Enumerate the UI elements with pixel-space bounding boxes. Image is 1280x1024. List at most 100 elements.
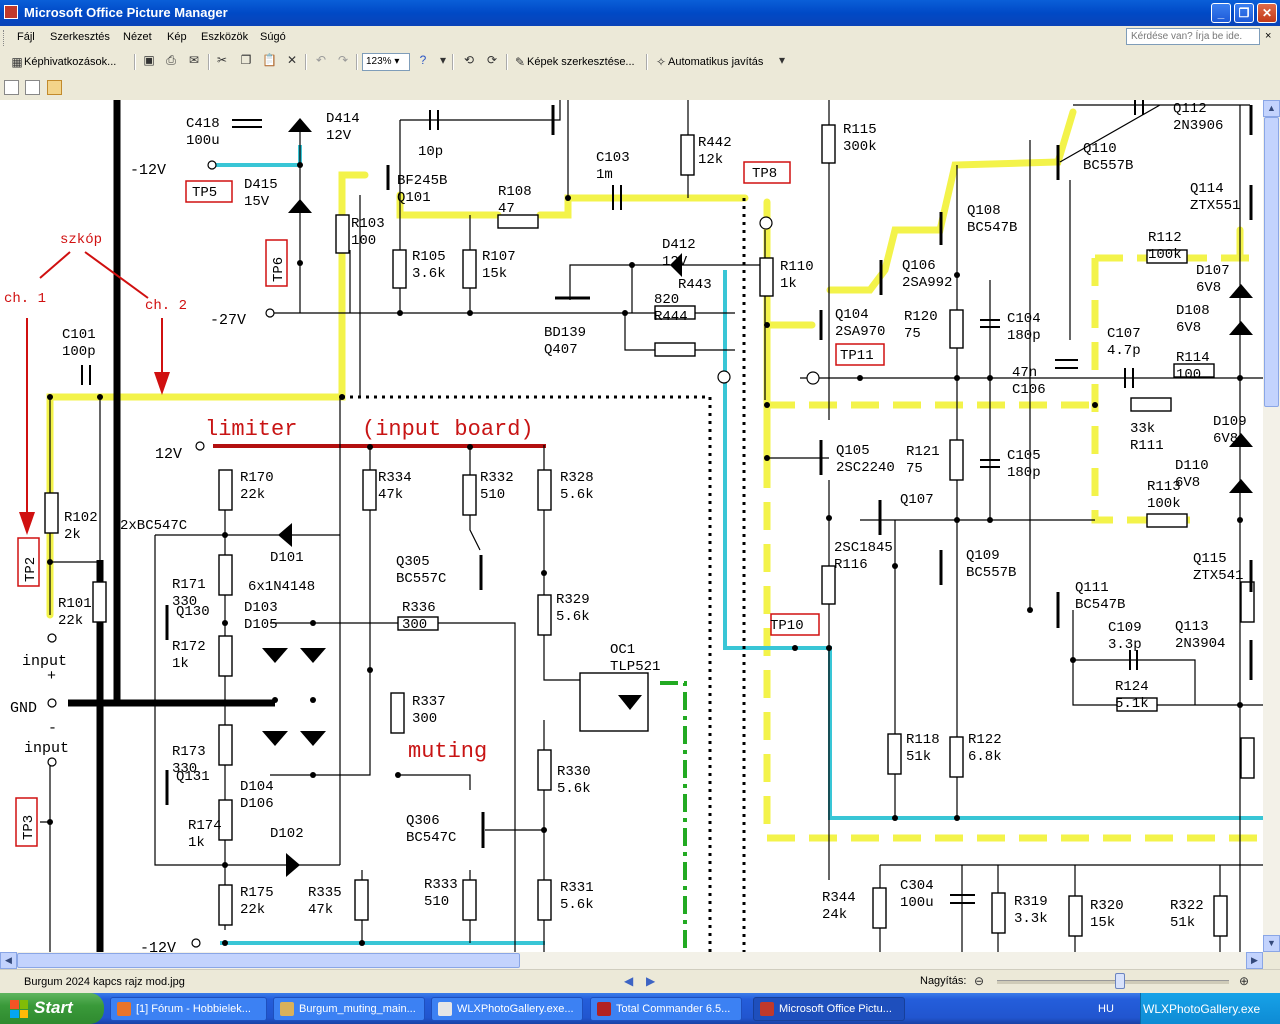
zoom-out-icon[interactable]: ⊖ xyxy=(974,974,984,988)
print-icon[interactable]: ⎙ xyxy=(164,53,178,67)
component-label: R108 xyxy=(498,184,532,200)
component-value: 5.6k xyxy=(557,781,591,797)
component-value: 1k xyxy=(188,835,205,851)
email-icon[interactable]: ✉ xyxy=(187,53,201,67)
rotate-right-icon[interactable]: ⟳ xyxy=(485,53,499,67)
minimize-button[interactable]: _ xyxy=(1211,3,1231,23)
zoom-select[interactable]: 123% ▾ xyxy=(362,53,410,71)
app-icon[interactable] xyxy=(4,5,18,19)
picture-canvas[interactable]: TP5 TP10 TP11 TP8 TP6 TP2 TP3 szkóp ch. … xyxy=(0,100,1263,952)
component-value: 3.3p xyxy=(1108,637,1142,653)
help-icon[interactable]: ? xyxy=(416,53,430,67)
menu-tools[interactable]: Eszközök xyxy=(201,31,248,43)
undo-icon[interactable]: ↶ xyxy=(314,53,328,67)
close-document-icon[interactable]: × xyxy=(1265,30,1271,42)
picture-shortcuts-button[interactable]: ▦ Képhivatkozások... xyxy=(10,53,116,71)
component-label: R174 xyxy=(188,818,222,834)
component-label: Q104 xyxy=(835,307,869,323)
component-label: 6x1N4148 xyxy=(248,579,315,595)
component-label: BD139 xyxy=(544,325,586,341)
component-value: 510 xyxy=(424,894,449,910)
toolbar-options-icon-2[interactable]: ▾ xyxy=(775,53,789,67)
menu-help[interactable]: Súgó xyxy=(260,31,286,43)
component-label: 33k xyxy=(1130,421,1155,437)
vertical-scroll-thumb[interactable] xyxy=(1264,117,1279,407)
component-value: ZTX541 xyxy=(1193,568,1243,584)
component-value: 6V8 xyxy=(1176,320,1201,336)
zoom-in-icon[interactable]: ⊕ xyxy=(1239,974,1249,988)
save-icon[interactable]: ▣ xyxy=(142,53,156,67)
component-label: D107 xyxy=(1196,263,1230,279)
component-label: R333 xyxy=(424,877,458,893)
tp8-label: TP8 xyxy=(752,166,777,182)
component-value: 5.6k xyxy=(556,609,590,625)
task-total-commander[interactable]: Total Commander 6.5... xyxy=(590,997,742,1021)
component-value: 12k xyxy=(698,152,723,168)
horizontal-scroll-thumb[interactable] xyxy=(17,953,520,968)
language-indicator[interactable]: HU xyxy=(1098,1003,1114,1015)
component-label: OC1 xyxy=(610,642,635,658)
tp2-label: TP2 xyxy=(23,557,39,582)
component-value: 75 xyxy=(906,461,923,477)
component-value: 22k xyxy=(240,902,265,918)
previous-picture-icon[interactable]: ◀ xyxy=(624,974,633,988)
component-value: TLP521 xyxy=(610,659,660,675)
toolbar-options-icon[interactable]: ▾ xyxy=(436,53,450,67)
scroll-up-icon[interactable]: ▲ xyxy=(1263,100,1280,117)
single-picture-view-icon[interactable] xyxy=(47,80,62,95)
component-value: 5.6k xyxy=(560,897,594,913)
scroll-left-icon[interactable]: ◀ xyxy=(0,952,17,969)
auto-correct-icon: ✧ xyxy=(655,55,667,69)
component-label: D104 xyxy=(240,779,274,795)
component-label: R121 xyxy=(906,444,940,460)
component-label: R330 xyxy=(557,764,591,780)
menu-file[interactable]: Fájl xyxy=(17,31,35,43)
edit-pictures-label: Képek szerkesztése... xyxy=(527,56,635,68)
component-label: Q306 xyxy=(406,813,440,829)
menu-edit[interactable]: Szerkesztés xyxy=(50,31,110,43)
component-label: R112 xyxy=(1148,230,1182,246)
paste-icon[interactable]: 📋 xyxy=(262,53,277,67)
tp5-label: TP5 xyxy=(192,185,217,201)
component-value: 2SA970 xyxy=(835,324,885,340)
component-value: 300k xyxy=(843,139,877,155)
cut-icon[interactable]: ✂ xyxy=(215,53,229,67)
component-value: BC547B xyxy=(1075,597,1125,613)
task-burgum[interactable]: Burgum_muting_main... xyxy=(273,997,425,1021)
component-label: R322 xyxy=(1170,898,1204,914)
component-label: R335 xyxy=(308,885,342,901)
component-label: Q111 xyxy=(1075,580,1109,596)
component-value: 47 xyxy=(498,201,515,217)
zoom-slider[interactable] xyxy=(997,980,1229,984)
task-wlx[interactable]: WLXPhotoGallery.exe... xyxy=(431,997,583,1021)
help-search-input[interactable]: Kérdése van? Írja be ide. xyxy=(1126,28,1260,45)
task-picture-manager[interactable]: Microsoft Office Pictu... xyxy=(753,997,905,1021)
task-forum[interactable]: [1] Fórum - Hobbielek... xyxy=(110,997,267,1021)
component-label: D101 xyxy=(270,550,304,566)
input-board-annotation: (input board) xyxy=(362,417,534,442)
delete-icon[interactable]: ✕ xyxy=(285,53,299,67)
menu-picture[interactable]: Kép xyxy=(167,31,187,43)
restore-button[interactable]: ❐ xyxy=(1234,3,1254,23)
horizontal-scrollbar[interactable]: ◀ ▶ xyxy=(0,952,1263,969)
thumbnail-view-icon[interactable] xyxy=(4,80,19,95)
copy-icon[interactable]: ❐ xyxy=(239,53,253,67)
zoom-slider-thumb[interactable] xyxy=(1114,973,1125,989)
filmstrip-view-icon[interactable] xyxy=(25,80,40,95)
component-value: 300 xyxy=(412,711,437,727)
vertical-scrollbar[interactable]: ▲ ▼ xyxy=(1263,100,1280,952)
component-label: 10p xyxy=(418,144,443,160)
menu-view[interactable]: Nézet xyxy=(123,31,152,43)
component-label: R175 xyxy=(240,885,274,901)
scroll-down-icon[interactable]: ▼ xyxy=(1263,935,1280,952)
scroll-right-icon[interactable]: ▶ xyxy=(1246,952,1263,969)
close-button[interactable]: ✕ xyxy=(1257,3,1277,23)
edit-pictures-button[interactable]: ✎ Képek szerkesztése... xyxy=(513,53,635,71)
shortcuts-icon: ▦ xyxy=(11,55,23,69)
next-picture-icon[interactable]: ▶ xyxy=(646,974,655,988)
component-label: R110 xyxy=(780,259,814,275)
auto-correct-button[interactable]: ✧ Automatikus javítás xyxy=(654,53,763,71)
rotate-left-icon[interactable]: ⟲ xyxy=(462,53,476,67)
redo-icon[interactable]: ↷ xyxy=(336,53,350,67)
component-value: 100u xyxy=(900,895,934,911)
